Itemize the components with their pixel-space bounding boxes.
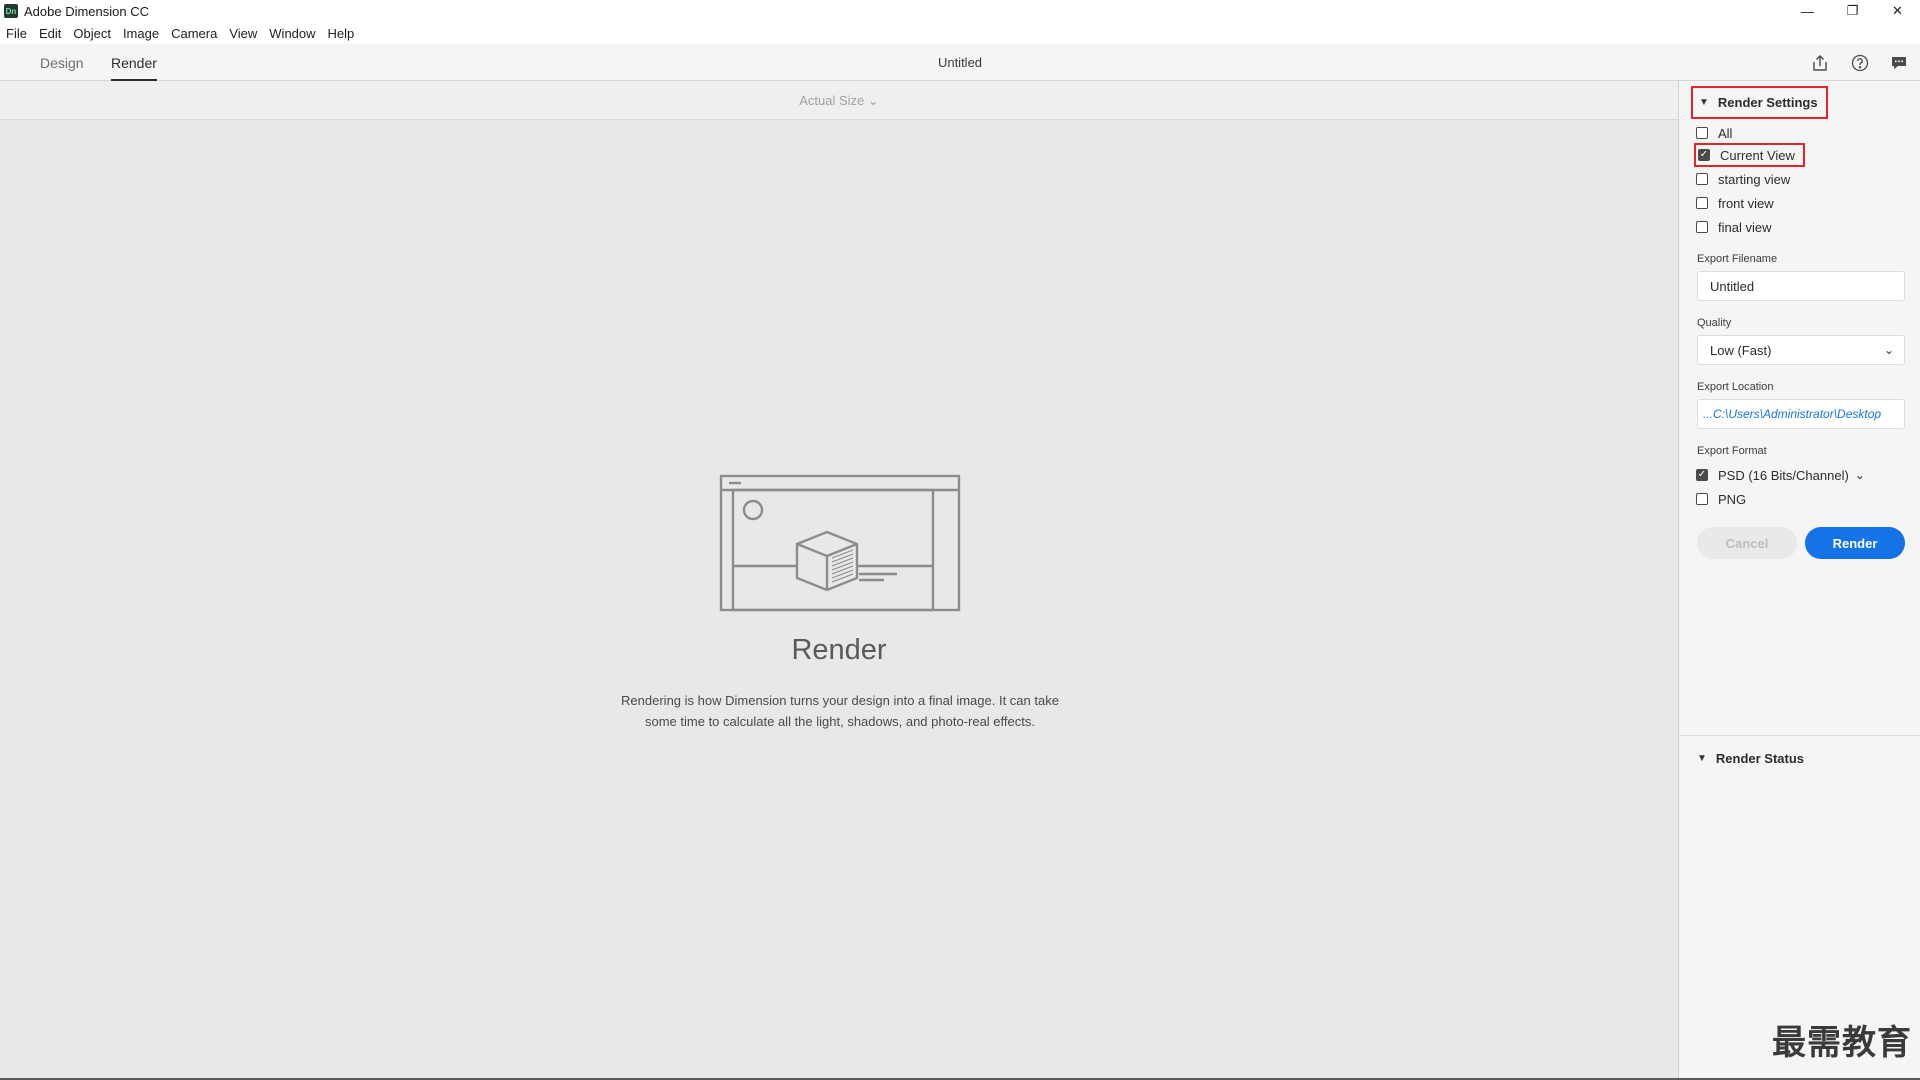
- checkbox-icon: [1696, 173, 1708, 185]
- menu-file[interactable]: File: [6, 26, 27, 41]
- panel-divider: [1679, 735, 1920, 736]
- feedback-icon[interactable]: [1889, 53, 1909, 73]
- format-label: PSD (16 Bits/Channel): [1718, 467, 1849, 483]
- close-button[interactable]: ✕: [1875, 0, 1920, 22]
- restore-button[interactable]: ❐: [1830, 0, 1875, 22]
- chevron-down-icon: ▼: [1699, 97, 1709, 108]
- checkbox-checked-icon: ✓: [1698, 149, 1710, 161]
- checkbox-icon: [1696, 197, 1708, 209]
- help-icon[interactable]: [1850, 53, 1870, 73]
- render-illustration-icon: [719, 474, 961, 612]
- view-label: Current View: [1720, 147, 1795, 163]
- cancel-button[interactable]: Cancel: [1697, 527, 1797, 559]
- view-checkbox-front-view[interactable]: front view: [1696, 193, 1774, 213]
- chevron-down-icon[interactable]: ⌄: [1855, 468, 1865, 482]
- checkbox-checked-icon: ✓: [1696, 469, 1708, 481]
- render-status-header[interactable]: ▼ Render Status: [1691, 744, 1812, 772]
- document-title: Untitled: [937, 55, 983, 70]
- format-label: PNG: [1718, 491, 1747, 507]
- view-label: All: [1718, 125, 1733, 141]
- canvas-toolbar: Actual Size ⌄: [0, 81, 1678, 120]
- render-canvas: Render Rendering is how Dimension turns …: [0, 120, 1678, 1080]
- tab-render[interactable]: Render: [111, 44, 157, 81]
- chevron-down-icon: ▼: [1697, 752, 1707, 764]
- checkbox-icon: [1696, 493, 1708, 505]
- render-button[interactable]: Render: [1805, 527, 1905, 559]
- render-heading: Render: [791, 634, 887, 666]
- render-settings-title: Render Settings: [1717, 95, 1818, 110]
- render-settings-header[interactable]: ▼ Render Settings: [1691, 86, 1828, 119]
- chevron-down-icon: ⌄: [1883, 343, 1894, 357]
- quality-label: Quality: [1697, 317, 1732, 329]
- view-checkbox-all[interactable]: All: [1696, 123, 1732, 143]
- menu-help[interactable]: Help: [328, 26, 355, 41]
- window-controls: — ❐ ✕: [1785, 0, 1920, 22]
- view-checkbox-current-view[interactable]: ✓ Current View: [1694, 143, 1805, 167]
- menu-image[interactable]: Image: [123, 26, 159, 41]
- quality-select[interactable]: Low (Fast) ⌄: [1697, 335, 1905, 365]
- zoom-dropdown[interactable]: Actual Size ⌄: [0, 81, 1678, 120]
- export-format-label: Export Format: [1697, 445, 1767, 457]
- format-checkbox-png[interactable]: PNG: [1696, 489, 1746, 509]
- tab-design[interactable]: Design: [40, 44, 84, 81]
- render-settings-panel: ▼ Render Settings All ✓ Current View sta…: [1678, 81, 1920, 1080]
- checkbox-icon: [1696, 221, 1708, 233]
- menu-window[interactable]: Window: [269, 26, 315, 41]
- view-label: front view: [1718, 195, 1774, 211]
- quality-value: Low (Fast): [1710, 342, 1772, 358]
- share-icon[interactable]: [1810, 53, 1830, 73]
- export-filename-label: Export Filename: [1697, 253, 1778, 265]
- watermark: 最需教育: [1772, 1023, 1912, 1063]
- export-filename-input[interactable]: Untitled: [1697, 271, 1905, 301]
- app-logo-icon: Dn: [4, 4, 18, 18]
- view-checkbox-final-view[interactable]: final view: [1696, 217, 1771, 237]
- menu-camera[interactable]: Camera: [171, 26, 217, 41]
- render-status-title: Render Status: [1715, 750, 1805, 766]
- menu-bar: File Edit Object Image Camera View Windo…: [0, 22, 1920, 44]
- menu-edit[interactable]: Edit: [39, 26, 61, 41]
- export-location-field[interactable]: ...C:\Users\Administrator\Desktop: [1697, 399, 1905, 429]
- workspace-header: Design Render Untitled: [0, 44, 1920, 81]
- export-location-label: Export Location: [1697, 381, 1774, 393]
- render-description: Rendering is how Dimension turns your de…: [621, 693, 1059, 729]
- minimize-button[interactable]: —: [1785, 0, 1830, 22]
- title-bar: Dn Adobe Dimension CC — ❐ ✕: [0, 0, 1920, 22]
- app-title: Adobe Dimension CC: [24, 3, 150, 19]
- checkbox-icon: [1696, 127, 1708, 139]
- menu-view[interactable]: View: [229, 26, 257, 41]
- format-checkbox-psd[interactable]: ✓ PSD (16 Bits/Channel) ⌄: [1696, 465, 1865, 485]
- view-label: starting view: [1718, 171, 1791, 187]
- menu-object[interactable]: Object: [73, 26, 111, 41]
- view-checkbox-starting-view[interactable]: starting view: [1696, 169, 1790, 189]
- view-label: final view: [1718, 219, 1772, 235]
